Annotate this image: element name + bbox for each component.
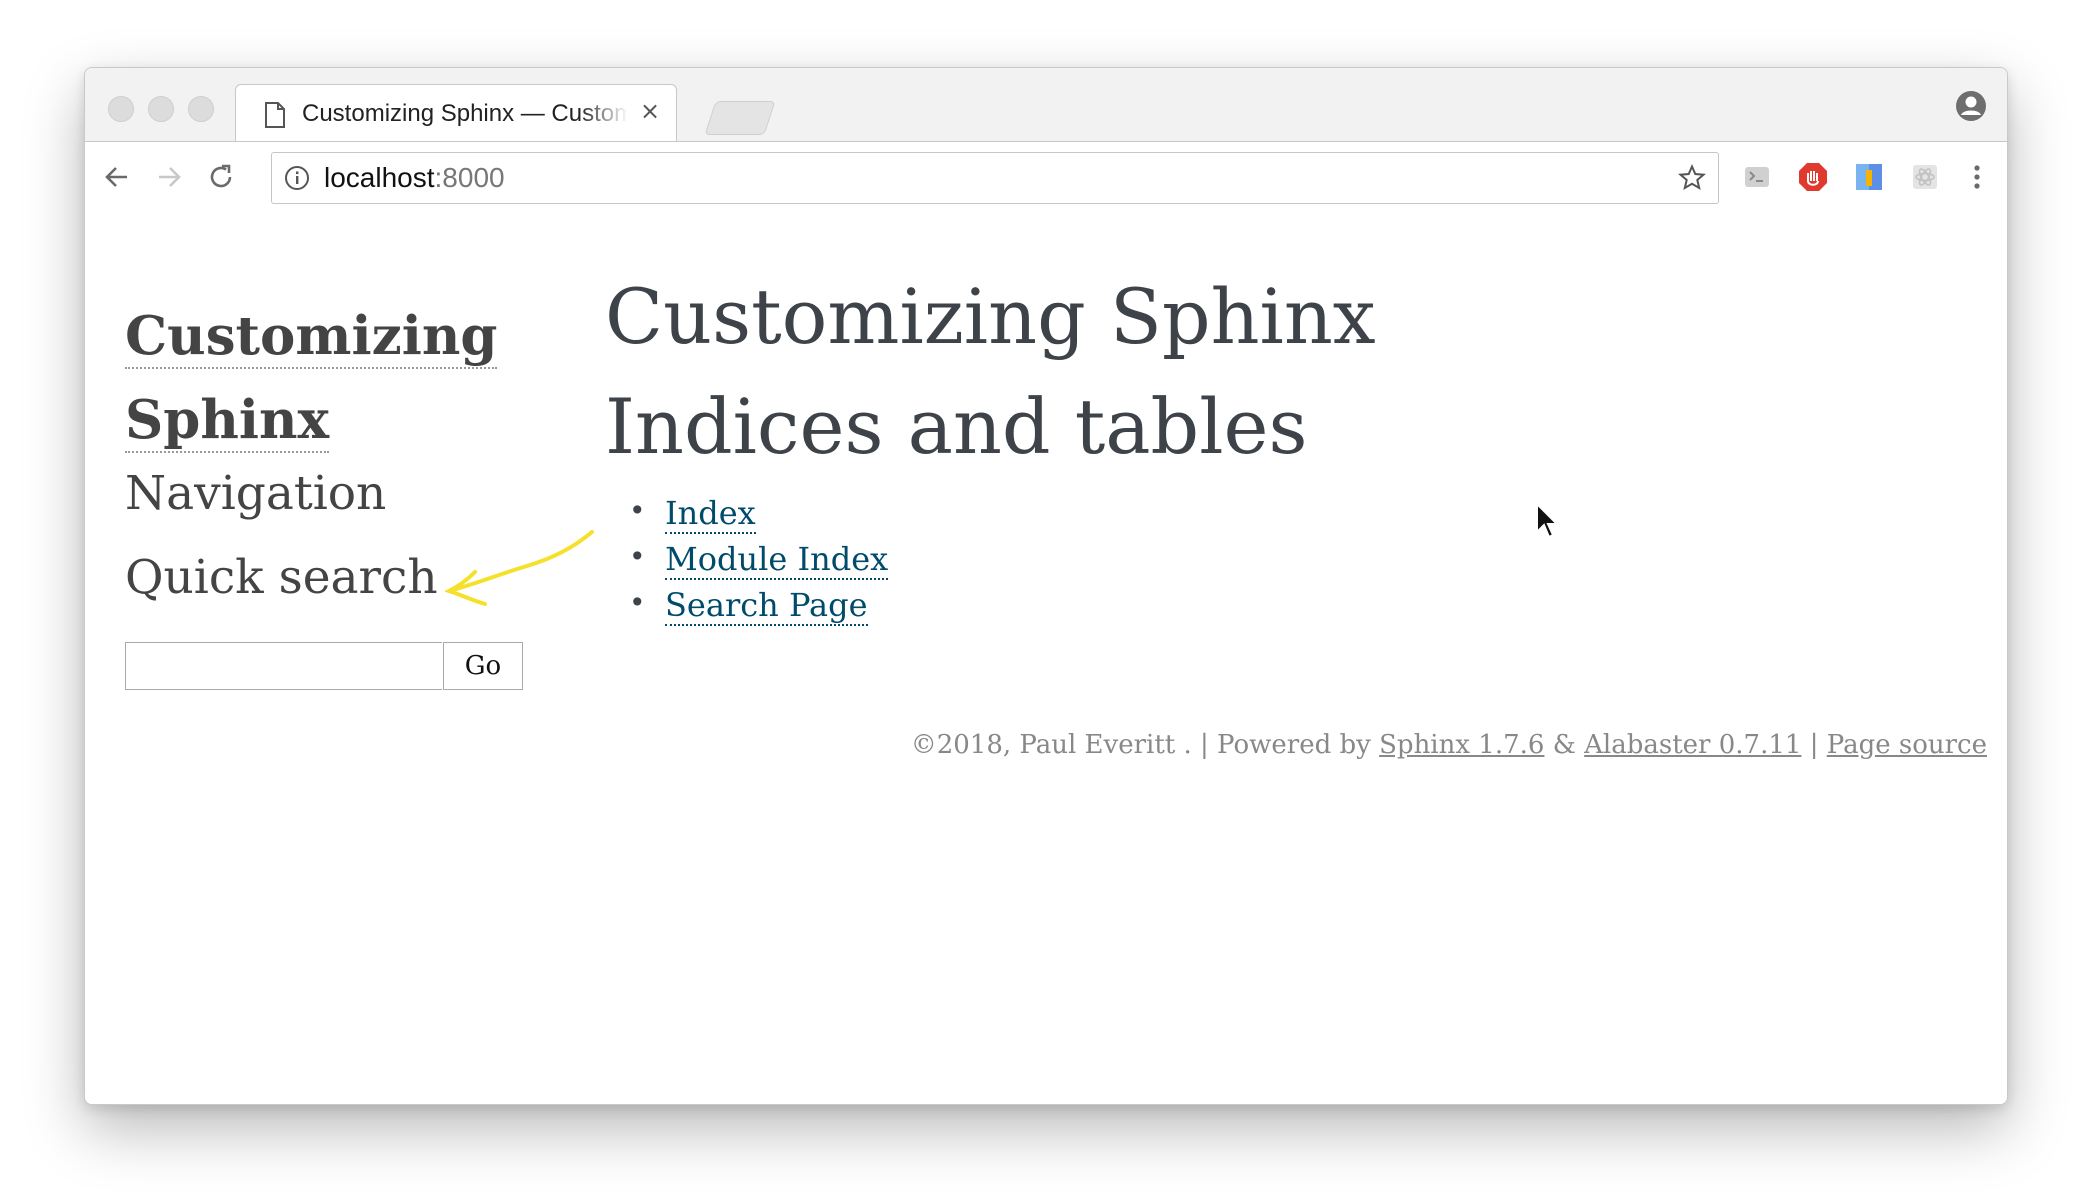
sidebar-project-title[interactable]: Customizing Sphinx (125, 294, 498, 462)
browser-toolbar: localhost:8000 (85, 141, 2007, 213)
extension-icon-2[interactable] (1797, 161, 1829, 193)
url-host: localhost (324, 162, 435, 193)
back-arrow-icon[interactable] (101, 161, 133, 193)
url-text[interactable]: localhost:8000 (324, 162, 505, 194)
tab-title: Customizing Sphinx — Customizing Sphinx (302, 100, 628, 127)
footer-ampersand: & (1544, 730, 1585, 760)
extension-icon-4[interactable] (1909, 161, 1941, 193)
arrow-annotation-icon (445, 530, 594, 606)
quick-search-heading: Quick search (125, 550, 438, 605)
extension-icon-1[interactable] (1741, 161, 1773, 193)
reload-icon[interactable] (205, 161, 237, 193)
mouse-cursor-icon (1536, 502, 1559, 539)
go-button[interactable]: Go (443, 642, 523, 690)
page-title: Customizing Sphinx (605, 272, 1376, 361)
forward-arrow-icon[interactable] (153, 161, 185, 193)
navigation-heading: Navigation (125, 466, 387, 521)
document-icon (265, 102, 285, 128)
new-tab-button[interactable] (704, 101, 776, 135)
search-input[interactable] (125, 642, 442, 690)
info-icon[interactable] (284, 165, 310, 191)
list-item: Module Index (605, 540, 889, 586)
zoom-window-button[interactable] (188, 96, 214, 122)
address-bar[interactable]: localhost:8000 (271, 152, 1719, 204)
page-source-link[interactable]: Page source (1827, 730, 1987, 760)
list-item: Index (605, 494, 888, 540)
extension-icon-3[interactable] (1853, 161, 1885, 193)
section-heading: Indices and tables (605, 382, 1308, 471)
sidebar-title-line1[interactable]: Customizing (125, 305, 498, 369)
tab-close-icon[interactable]: × (640, 97, 660, 125)
footer-copyright: ©2018, Paul Everitt . | Powered by (910, 730, 1380, 760)
list-item: Search Page (605, 586, 888, 632)
footer: ©2018, Paul Everitt . | Powered by Sphin… (911, 730, 1987, 760)
url-port: :8000 (434, 162, 505, 193)
alabaster-link[interactable]: Alabaster 0.7.11 (1584, 730, 1801, 760)
tab-strip: Customizing Sphinx — Customizing Sphinx … (85, 68, 2007, 143)
sphinx-link[interactable]: Sphinx 1.7.6 (1379, 730, 1544, 760)
close-window-button[interactable] (108, 96, 134, 122)
browser-window: Customizing Sphinx — Customizing Sphinx … (84, 67, 2008, 1105)
indices-list: Index Module Index Search Page (605, 494, 889, 632)
sidebar-title-line2[interactable]: Sphinx (125, 389, 330, 453)
star-icon[interactable] (1678, 164, 1706, 192)
module-index-link[interactable]: Module Index (665, 540, 889, 580)
profile-icon[interactable] (1955, 90, 1987, 122)
footer-separator: | (1801, 730, 1827, 760)
browser-tab-active[interactable]: Customizing Sphinx — Customizing Sphinx … (235, 84, 677, 143)
search-form: Go (125, 642, 523, 690)
kebab-menu-icon[interactable] (1961, 161, 1993, 193)
minimize-window-button[interactable] (148, 96, 174, 122)
search-page-link[interactable]: Search Page (665, 586, 868, 626)
page-content: Customizing Sphinx Navigation Quick sear… (85, 212, 2007, 1104)
index-link[interactable]: Index (665, 494, 756, 534)
